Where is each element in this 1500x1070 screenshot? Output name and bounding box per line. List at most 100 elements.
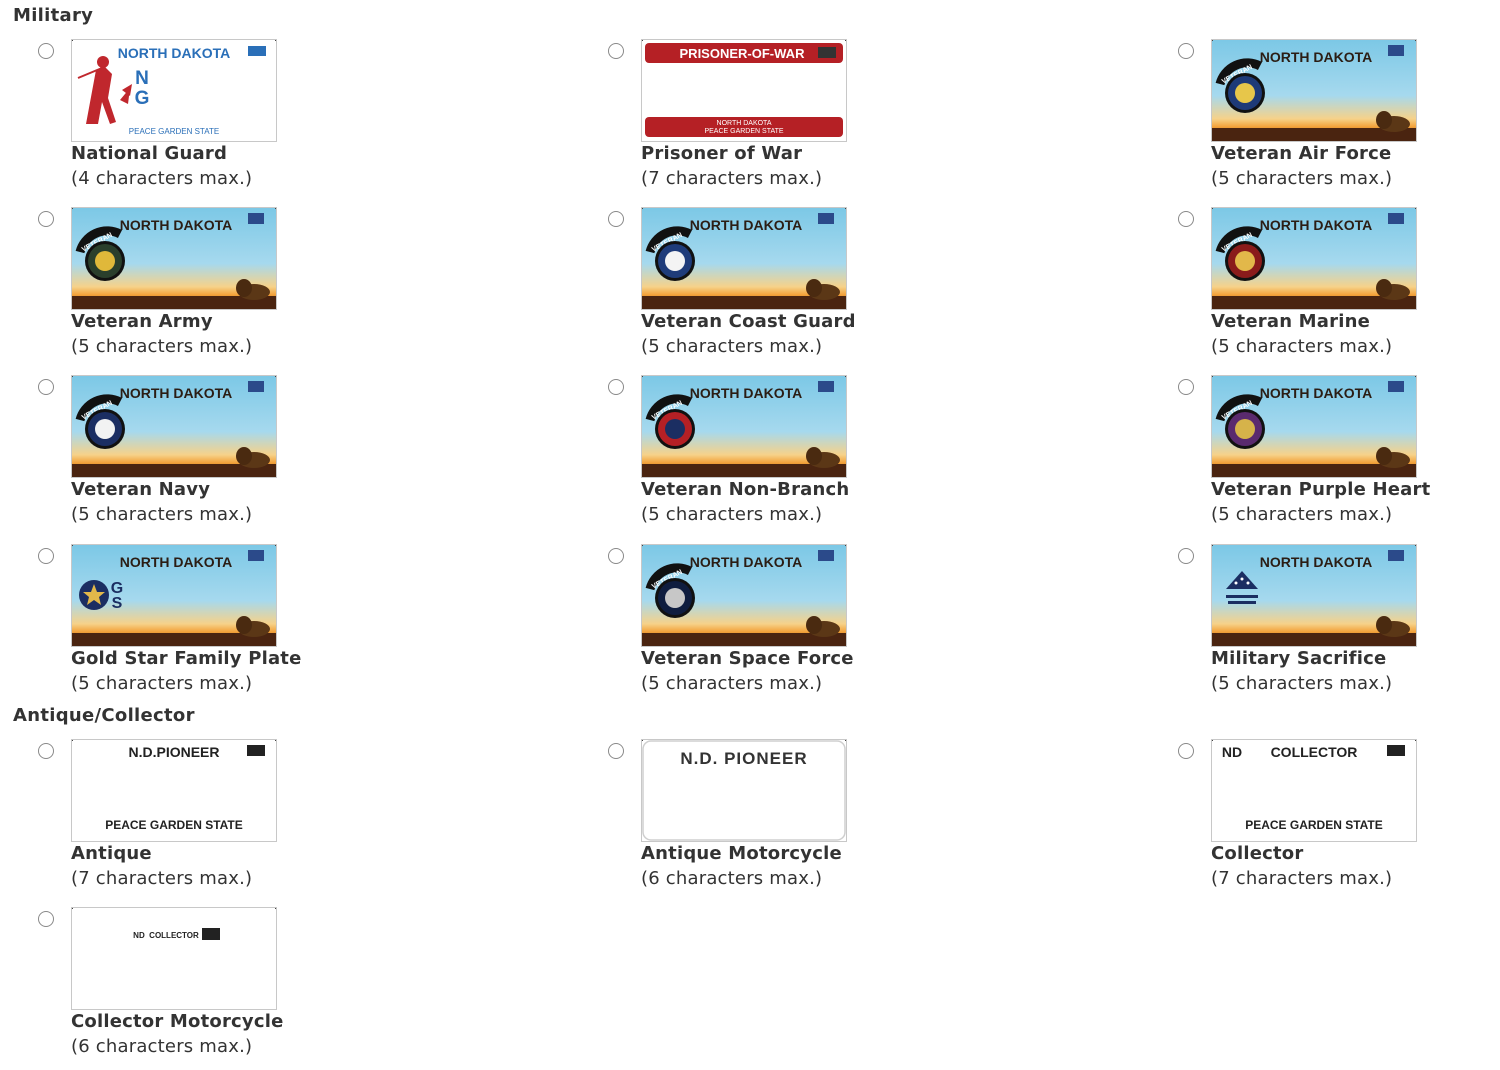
plate-name: Gold Star Family Plate: [71, 648, 302, 669]
plate-max-chars: (5 characters max.): [641, 673, 823, 694]
plate-image-veteran-army[interactable]: NORTH DAKOTA VETERAN: [71, 207, 277, 310]
plate-image-veteran-non-branch[interactable]: NORTH DAKOTA VETERAN: [641, 375, 847, 478]
plate-text-bottom2: PEACE GARDEN STATE: [704, 128, 783, 135]
sticker-icon: [202, 928, 220, 940]
plate-image-gold-star-family[interactable]: NORTH DAKOTA G S: [71, 544, 277, 647]
plate-max-chars: (5 characters max.): [71, 673, 253, 694]
plate-option-veteran-navy[interactable]: NORTH DAKOTA VETERAN Veteran Navy (5 cha…: [19, 375, 439, 535]
plate-name: Military Sacrifice: [1211, 648, 1387, 669]
plate-max-chars: (5 characters max.): [641, 336, 823, 357]
plate-max-chars: (7 characters max.): [641, 168, 823, 189]
section-title-military: Military: [13, 5, 94, 26]
plate-image-prisoner-of-war[interactable]: PRISONER-OF-WAR NORTH DAKOTA PEACE GARDE…: [641, 39, 847, 142]
plate-image-veteran-space-force[interactable]: NORTH DAKOTA VETERAN: [641, 544, 847, 647]
plate-text-bottom: PEACE GARDEN STATE: [129, 127, 219, 136]
plate-text-left: ND: [1222, 744, 1242, 760]
plate-option-veteran-army[interactable]: NORTH DAKOTA VETERAN Veteran Army (5 cha…: [19, 207, 439, 367]
radio-collector[interactable]: [1178, 743, 1194, 759]
plate-max-chars: (5 characters max.): [641, 504, 823, 525]
plate-option-antique-motorcycle[interactable]: N.D. PIONEER Antique Motorcycle (6 chara…: [589, 739, 1009, 899]
radio-military-sacrifice[interactable]: [1178, 548, 1194, 564]
plate-text-top: NORTH DAKOTA: [120, 217, 233, 233]
radio-veteran-air-force[interactable]: [1178, 43, 1194, 59]
plate-max-chars: (5 characters max.): [71, 336, 253, 357]
radio-gold-star-family[interactable]: [38, 548, 54, 564]
plate-option-military-sacrifice[interactable]: NORTH DAKOTA Military Sacrifice (5 chara…: [1159, 544, 1500, 704]
section-title-antique-collector: Antique/Collector: [13, 705, 195, 726]
plate-option-veteran-air-force[interactable]: NORTH DAKOTA VETERAN Veteran Air Force (…: [1159, 39, 1500, 199]
radio-veteran-coast-guard[interactable]: [608, 211, 624, 227]
plate-name: Veteran Army: [71, 311, 213, 332]
plate-image-military-sacrifice[interactable]: NORTH DAKOTA: [1211, 544, 1417, 647]
plate-text-bottom: PEACE GARDEN STATE: [105, 818, 243, 832]
plate-text-top: NORTH DAKOTA: [1260, 49, 1373, 65]
pow-emblem-icon: [818, 47, 836, 58]
plate-image-collector-motorcycle[interactable]: ND COLLECTOR: [71, 907, 277, 1010]
plate-text-top: PRISONER-OF-WAR: [680, 46, 806, 61]
plate-text-top: N.D. PIONEER: [680, 749, 807, 768]
plate-max-chars: (5 characters max.): [1211, 336, 1393, 357]
radio-collector-motorcycle[interactable]: [38, 911, 54, 927]
plate-name: Collector: [1211, 843, 1304, 864]
plate-image-veteran-coast-guard[interactable]: NORTH DAKOTA VETERAN: [641, 207, 847, 310]
plate-text-top: N.D.PIONEER: [128, 744, 219, 760]
radio-veteran-purple-heart[interactable]: [1178, 379, 1194, 395]
plate-text-g: G: [135, 88, 150, 109]
plate-text-top: NORTH DAKOTA: [120, 385, 233, 401]
plate-text-bottom: PEACE GARDEN STATE: [1245, 818, 1383, 832]
plate-option-collector-motorcycle[interactable]: ND COLLECTOR Collector Motorcycle (6 cha…: [19, 907, 439, 1067]
plate-image-veteran-navy[interactable]: NORTH DAKOTA VETERAN: [71, 375, 277, 478]
radio-veteran-non-branch[interactable]: [608, 379, 624, 395]
plate-option-collector[interactable]: ND COLLECTOR PEACE GARDEN STATE Collecto…: [1159, 739, 1500, 899]
plate-image-antique-motorcycle[interactable]: N.D. PIONEER: [641, 739, 847, 842]
plate-max-chars: (6 characters max.): [641, 868, 823, 889]
plate-option-prisoner-of-war[interactable]: PRISONER-OF-WAR NORTH DAKOTA PEACE GARDE…: [589, 39, 1009, 199]
plate-text-top: NORTH DAKOTA: [690, 385, 803, 401]
plate-option-veteran-coast-guard[interactable]: NORTH DAKOTA VETERAN Veteran Coast Guard…: [589, 207, 1009, 367]
plate-name: Veteran Non-Branch: [641, 479, 850, 500]
plate-image-veteran-purple-heart[interactable]: NORTH DAKOTA VETERAN: [1211, 375, 1417, 478]
plate-max-chars: (6 characters max.): [71, 1036, 253, 1057]
plate-option-antique[interactable]: N.D.PIONEER PEACE GARDEN STATE Antique (…: [19, 739, 439, 899]
plate-name: Prisoner of War: [641, 143, 803, 164]
plate-option-veteran-space-force[interactable]: NORTH DAKOTA VETERAN Veteran Space Force…: [589, 544, 1009, 704]
plate-max-chars: (5 characters max.): [1211, 504, 1393, 525]
plate-text-s: S: [112, 595, 123, 612]
sticker-icon: [1387, 745, 1405, 756]
plate-image-veteran-air-force[interactable]: NORTH DAKOTA VETERAN: [1211, 39, 1417, 142]
plate-option-veteran-non-branch[interactable]: NORTH DAKOTA VETERAN Veteran Non-Branch …: [589, 375, 1009, 535]
plate-max-chars: (5 characters max.): [71, 504, 253, 525]
radio-antique[interactable]: [38, 743, 54, 759]
plate-image-national-guard[interactable]: NORTH DAKOTA N G PEACE GARDEN STATE: [71, 39, 277, 142]
plate-option-national-guard[interactable]: NORTH DAKOTA N G PEACE GARDEN STATE Nati…: [19, 39, 439, 199]
plate-name: Veteran Purple Heart: [1211, 479, 1431, 500]
sticker-icon: [247, 745, 265, 756]
plate-text-top: COLLECTOR: [1271, 744, 1358, 760]
radio-prisoner-of-war[interactable]: [608, 43, 624, 59]
plate-max-chars: (7 characters max.): [71, 868, 253, 889]
plate-image-antique[interactable]: N.D.PIONEER PEACE GARDEN STATE: [71, 739, 277, 842]
radio-veteran-navy[interactable]: [38, 379, 54, 395]
plate-max-chars: (4 characters max.): [71, 168, 253, 189]
plate-name: Antique: [71, 843, 152, 864]
radio-veteran-army[interactable]: [38, 211, 54, 227]
plate-text-top: NORTH DAKOTA: [690, 217, 803, 233]
plate-name: Veteran Air Force: [1211, 143, 1392, 164]
plate-image-veteran-marine[interactable]: NORTH DAKOTA VETERAN: [1211, 207, 1417, 310]
plate-text-top: NORTH DAKOTA: [1260, 217, 1373, 233]
radio-antique-motorcycle[interactable]: [608, 743, 624, 759]
plate-name: Veteran Navy: [71, 479, 211, 500]
plate-option-veteran-marine[interactable]: NORTH DAKOTA VETERAN Veteran Marine (5 c…: [1159, 207, 1500, 367]
plate-text-top: ND COLLECTOR: [133, 931, 199, 940]
plate-option-gold-star-family[interactable]: NORTH DAKOTA G S Gold Star Family Plate …: [19, 544, 439, 704]
plate-name: Veteran Coast Guard: [641, 311, 856, 332]
plate-text-top: NORTH DAKOTA: [118, 45, 231, 61]
plate-image-collector[interactable]: ND COLLECTOR PEACE GARDEN STATE: [1211, 739, 1417, 842]
radio-national-guard[interactable]: [38, 43, 54, 59]
radio-veteran-space-force[interactable]: [608, 548, 624, 564]
plate-text-top: NORTH DAKOTA: [120, 554, 233, 570]
plate-max-chars: (5 characters max.): [1211, 673, 1393, 694]
plate-option-veteran-purple-heart[interactable]: NORTH DAKOTA VETERAN Veteran Purple Hear…: [1159, 375, 1500, 535]
radio-veteran-marine[interactable]: [1178, 211, 1194, 227]
plate-text-bottom1: NORTH DAKOTA: [717, 120, 772, 127]
